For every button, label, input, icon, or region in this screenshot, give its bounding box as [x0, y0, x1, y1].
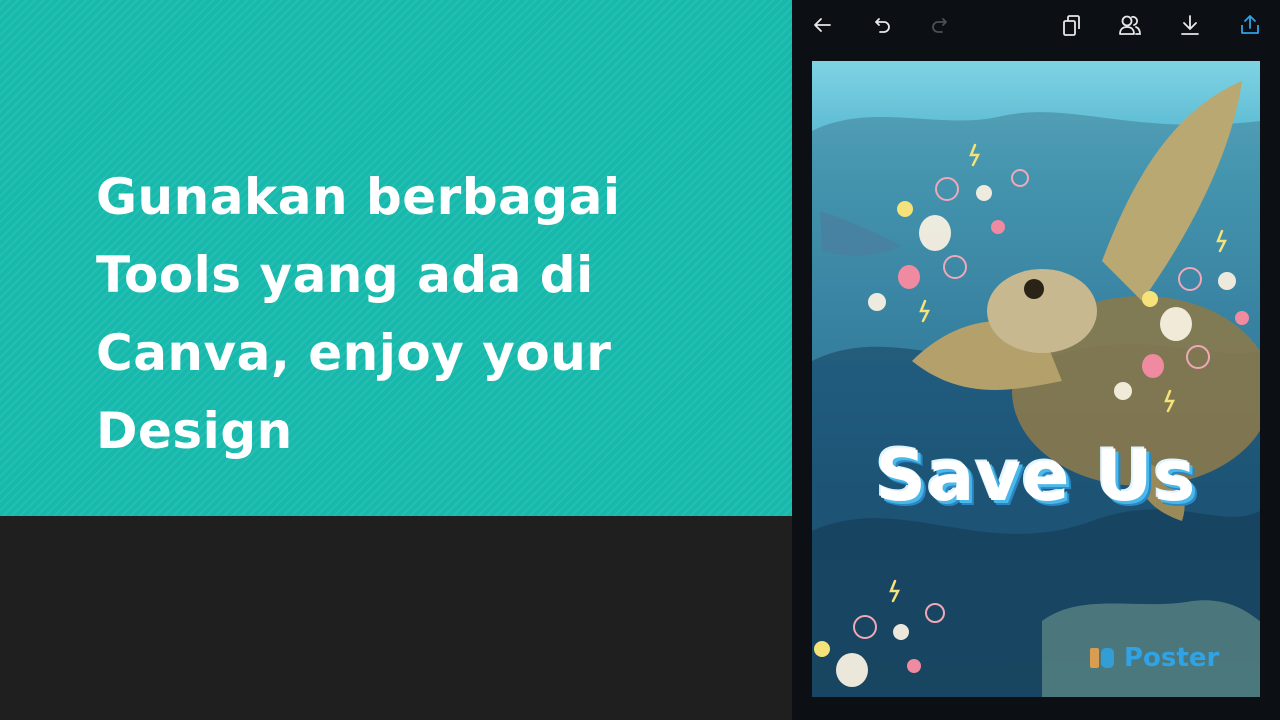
pages-button[interactable] — [1054, 9, 1088, 41]
watermark-text: Poster — [1124, 643, 1220, 673]
redo-icon — [932, 18, 947, 33]
undo-icon — [875, 18, 890, 33]
poster-watermark: Poster — [1088, 643, 1219, 673]
poster-logo-icon — [1088, 645, 1118, 671]
slide-dark-panel — [0, 516, 792, 720]
upload-button[interactable] — [1233, 9, 1267, 41]
copy-pages-icon — [1063, 15, 1080, 36]
back-button[interactable] — [805, 9, 839, 41]
canva-app: Save Us Poster — [792, 0, 1280, 720]
underwater-photo — [812, 81, 1260, 697]
redo-button[interactable] — [924, 9, 958, 41]
share-people-button[interactable] — [1113, 9, 1147, 41]
design-canvas[interactable]: Save Us Poster — [812, 61, 1260, 697]
slide-title: Gunakan berbagai Tools yang ada di Canva… — [96, 168, 621, 460]
share-people-icon — [1119, 15, 1141, 35]
upload-icon — [1241, 15, 1259, 34]
download-icon — [1181, 15, 1199, 35]
back-arrow-icon — [814, 18, 831, 32]
download-button[interactable] — [1173, 9, 1207, 41]
undo-button[interactable] — [864, 9, 898, 41]
poster-headline[interactable]: Save Us — [812, 435, 1260, 517]
editor-toolbar — [792, 0, 1280, 50]
